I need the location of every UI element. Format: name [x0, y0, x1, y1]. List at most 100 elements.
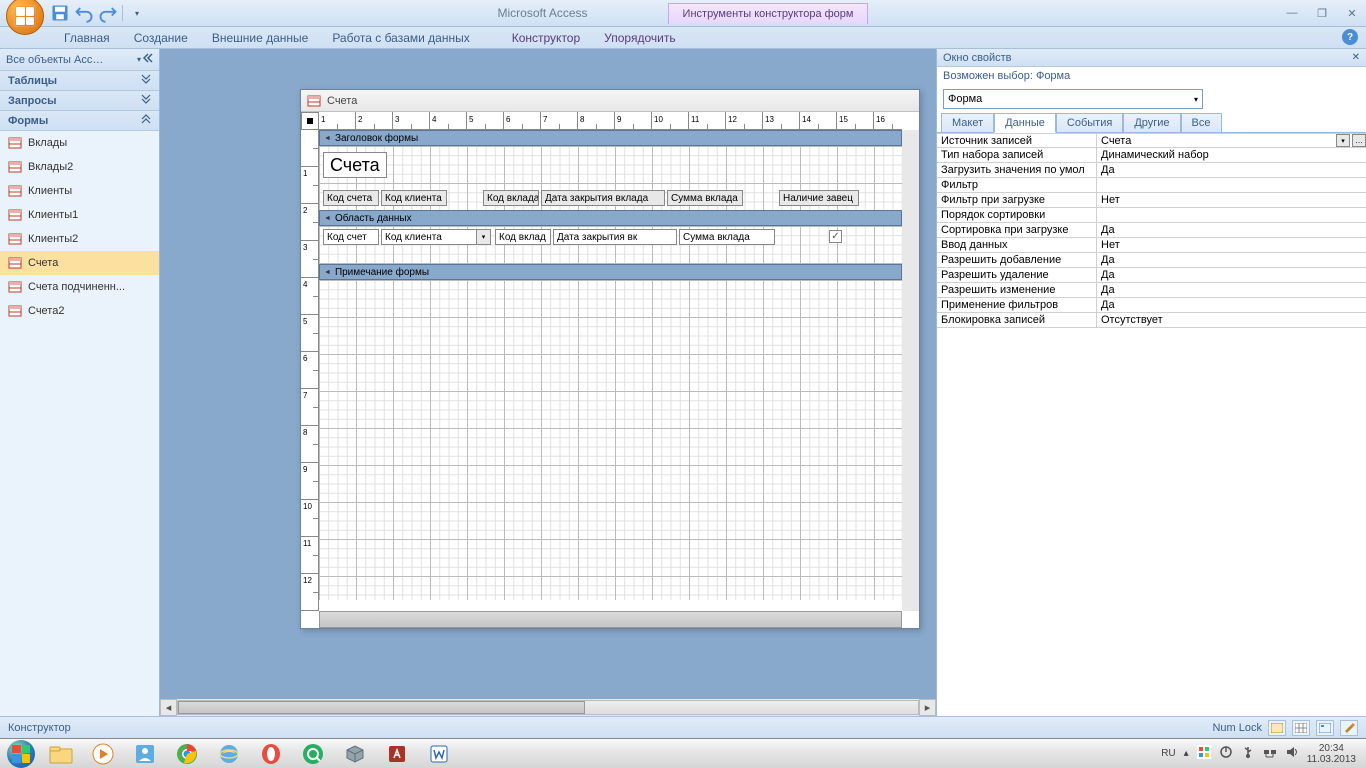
property-object-selector[interactable]: Форма ▾: [943, 89, 1203, 109]
ruler-corner[interactable]: [301, 112, 319, 130]
chevron-down-icon[interactable]: ▾: [137, 55, 141, 64]
property-sheet-close-icon[interactable]: ✕: [1352, 52, 1360, 63]
redo-icon[interactable]: [98, 3, 118, 23]
tray-lang[interactable]: RU: [1161, 748, 1175, 759]
prop-tab-data[interactable]: Данные: [994, 113, 1056, 133]
field-textbox[interactable]: Сумма вклада: [679, 229, 775, 245]
form-detail-section-bar[interactable]: Область данных: [319, 210, 902, 226]
property-value[interactable]: Да: [1097, 223, 1366, 237]
form-footer-section[interactable]: [319, 280, 902, 600]
nav-item-form[interactable]: Счета подчиненн...: [0, 275, 159, 299]
property-row[interactable]: Разрешить изменениеДа: [937, 283, 1366, 298]
property-row[interactable]: Фильтр: [937, 178, 1366, 193]
horizontal-ruler[interactable]: 12345678910111213141516: [319, 112, 902, 130]
property-row[interactable]: Тип набора записейДинамический набор: [937, 148, 1366, 163]
taskbar-virtualbox-icon[interactable]: [335, 741, 375, 767]
ribbon-tab-database[interactable]: Работа с базами данных: [320, 28, 481, 48]
view-layout-icon[interactable]: [1316, 720, 1334, 736]
property-row[interactable]: Источник записейСчета▾…: [937, 133, 1366, 148]
close-button[interactable]: ✕: [1342, 7, 1362, 20]
ribbon-tab-design[interactable]: Конструктор: [500, 28, 592, 48]
header-label[interactable]: Код счета: [323, 190, 379, 206]
qat-customize-icon[interactable]: ▾: [127, 3, 147, 23]
property-value[interactable]: Да: [1097, 283, 1366, 297]
property-row[interactable]: Блокировка записейОтсутствует: [937, 313, 1366, 328]
field-textbox[interactable]: Код счет: [323, 229, 379, 245]
ribbon-tab-home[interactable]: Главная: [52, 28, 122, 48]
property-value[interactable]: Да: [1097, 298, 1366, 312]
ribbon-tab-arrange[interactable]: Упорядочить: [592, 28, 687, 48]
tray-show-hidden-icon[interactable]: ▴: [1184, 748, 1189, 759]
property-value[interactable]: Отсутствует: [1097, 313, 1366, 327]
workspace-hscroll[interactable]: ◂ ▸: [160, 699, 936, 716]
nav-item-form[interactable]: Клиенты1: [0, 203, 159, 227]
nav-item-form[interactable]: Вклады2: [0, 155, 159, 179]
field-textbox[interactable]: Код клиента▾: [381, 229, 491, 245]
combobox-arrow-icon[interactable]: ▾: [476, 230, 490, 244]
view-datasheet-icon[interactable]: [1292, 720, 1310, 736]
nav-header[interactable]: Все объекты Acc… ▾: [0, 49, 159, 71]
taskbar-ie-icon[interactable]: [209, 741, 249, 767]
tray-usb-icon[interactable]: [1241, 745, 1255, 762]
maximize-button[interactable]: ❐: [1312, 7, 1332, 20]
prop-tab-event[interactable]: События: [1056, 113, 1123, 133]
taskbar-access-icon[interactable]: [377, 741, 417, 767]
header-label[interactable]: Наличие завец: [779, 190, 859, 206]
property-value[interactable]: Да: [1097, 163, 1366, 177]
help-icon[interactable]: ?: [1342, 29, 1358, 45]
form-footer-section-bar[interactable]: Примечание формы: [319, 264, 902, 280]
prop-tab-format[interactable]: Макет: [941, 113, 994, 133]
nav-group-queries[interactable]: Запросы: [0, 91, 159, 111]
property-value[interactable]: Динамический набор: [1097, 148, 1366, 162]
form-window-titlebar[interactable]: Счета: [301, 90, 919, 112]
taskbar-word-icon[interactable]: [419, 741, 459, 767]
nav-item-form[interactable]: Счета2: [0, 299, 159, 323]
property-row[interactable]: Порядок сортировки: [937, 208, 1366, 223]
taskbar-app-icon[interactable]: [125, 741, 165, 767]
property-row[interactable]: Применение фильтровДа: [937, 298, 1366, 313]
nav-item-form[interactable]: Клиенты: [0, 179, 159, 203]
vertical-ruler[interactable]: 123456789101112: [301, 130, 319, 611]
ribbon-tab-create[interactable]: Создание: [122, 28, 200, 48]
horizontal-scrollbar[interactable]: [319, 611, 902, 628]
property-row[interactable]: Загрузить значения по умолДа: [937, 163, 1366, 178]
collapse-pane-icon[interactable]: [143, 53, 153, 66]
nav-item-form[interactable]: Клиенты2: [0, 227, 159, 251]
prop-tab-other[interactable]: Другие: [1123, 113, 1180, 133]
vertical-scrollbar[interactable]: [902, 130, 919, 611]
field-textbox[interactable]: Код вклад: [495, 229, 551, 245]
taskbar-chrome-icon[interactable]: [167, 741, 207, 767]
field-textbox[interactable]: Дата закрытия вк: [553, 229, 677, 245]
property-row[interactable]: Сортировка при загрузкеДа: [937, 223, 1366, 238]
ribbon-tab-external[interactable]: Внешние данные: [200, 28, 321, 48]
property-value[interactable]: Да: [1097, 268, 1366, 282]
property-row[interactable]: Разрешить удалениеДа: [937, 268, 1366, 283]
header-label[interactable]: Дата закрытия вклада: [541, 190, 665, 206]
tray-clock[interactable]: 20:34 11.03.2013: [1307, 743, 1356, 765]
property-value[interactable]: Да: [1097, 253, 1366, 267]
property-row[interactable]: Разрешить добавлениеДа: [937, 253, 1366, 268]
checkbox-control[interactable]: [829, 230, 842, 243]
form-detail-section[interactable]: Код счетКод клиента▾Код вкладДата закрыт…: [319, 226, 902, 264]
taskbar-explorer-icon[interactable]: [41, 741, 81, 767]
view-design-icon[interactable]: [1340, 720, 1358, 736]
form-header-section[interactable]: Счета Код счетаКод клиентаКод вкладаДата…: [319, 146, 902, 210]
header-label[interactable]: Сумма вклада: [667, 190, 743, 206]
view-form-icon[interactable]: [1268, 720, 1286, 736]
save-icon[interactable]: [50, 3, 70, 23]
property-value[interactable]: [1097, 208, 1366, 222]
scroll-left-icon[interactable]: ◂: [160, 699, 177, 716]
property-row[interactable]: Ввод данныхНет: [937, 238, 1366, 253]
taskbar-app2-icon[interactable]: [293, 741, 333, 767]
form-title-label[interactable]: Счета: [323, 152, 387, 178]
header-label[interactable]: Код вклада: [483, 190, 539, 206]
tray-flag-icon[interactable]: [1197, 745, 1211, 762]
nav-group-tables[interactable]: Таблицы: [0, 71, 159, 91]
nav-item-form[interactable]: Счета: [0, 251, 159, 275]
nav-group-forms[interactable]: Формы: [0, 111, 159, 131]
tray-network-icon[interactable]: [1263, 745, 1277, 762]
taskbar-opera-icon[interactable]: [251, 741, 291, 767]
property-value[interactable]: Нет: [1097, 193, 1366, 207]
property-dropdown-icon[interactable]: ▾: [1336, 134, 1350, 147]
taskbar-mediaplayer-icon[interactable]: [83, 741, 123, 767]
